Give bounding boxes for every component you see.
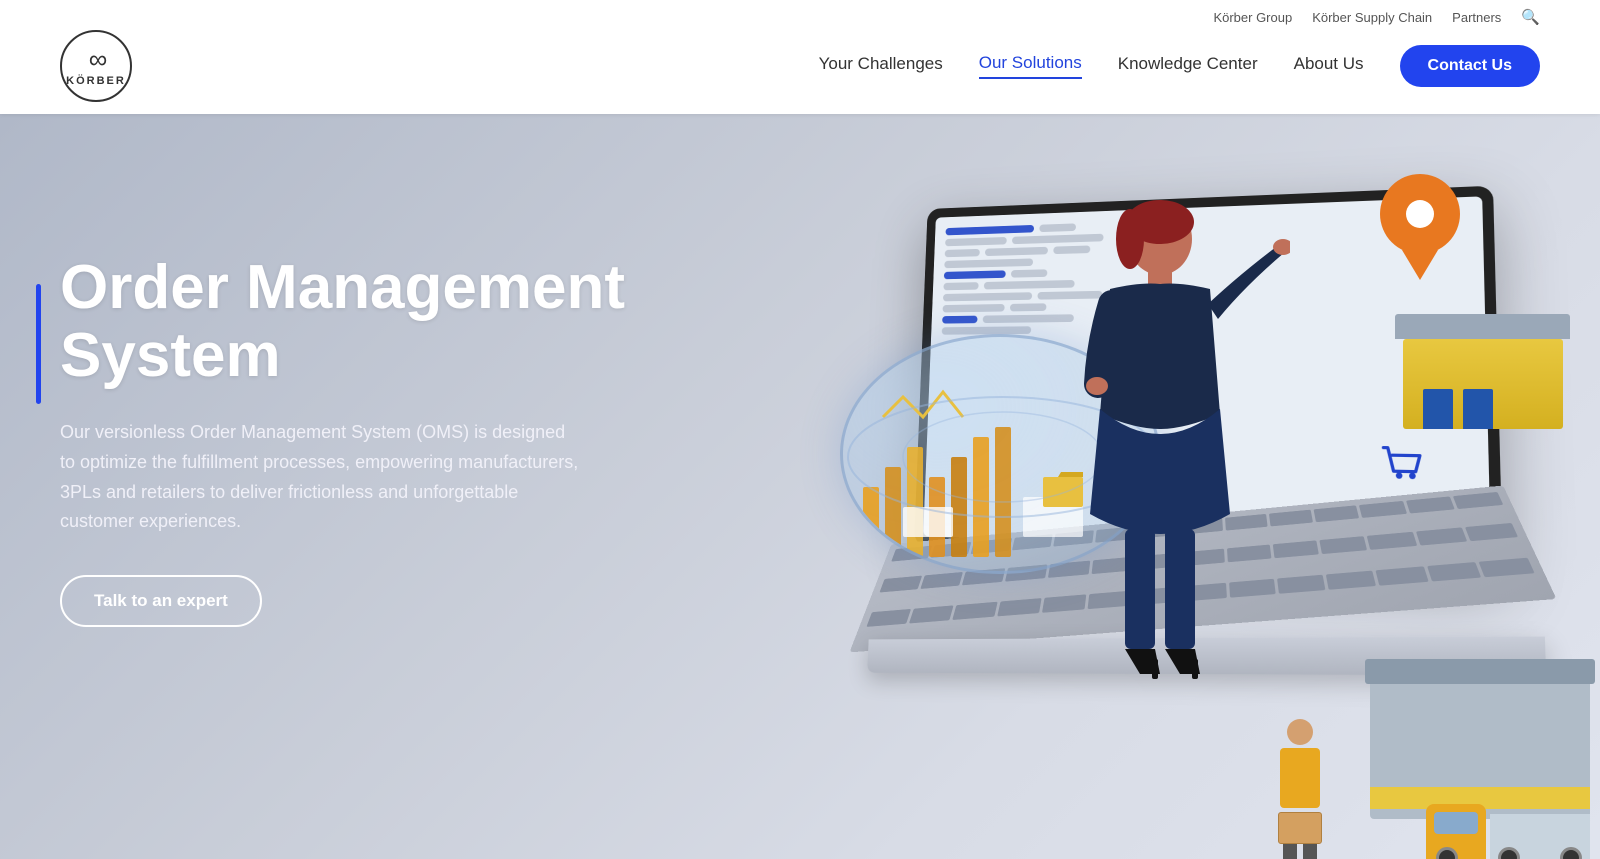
hero-content: Order Management System Our versionless … (60, 254, 640, 627)
person-illustration (1030, 194, 1290, 794)
logo-brand-name: KÖRBER (66, 75, 126, 87)
worker-leg-right (1303, 844, 1317, 859)
worker-body (1280, 748, 1320, 808)
truck-illustration (1426, 804, 1590, 859)
nav-about-us[interactable]: About Us (1294, 54, 1364, 78)
worker-leg-left (1283, 844, 1297, 859)
pin-tip (1402, 250, 1438, 280)
pin-hole (1406, 200, 1434, 228)
korber-supply-chain-link[interactable]: Körber Supply Chain (1312, 10, 1432, 25)
logo-circle: ∞ KÖRBER (60, 30, 132, 102)
building-roof (1365, 659, 1595, 684)
truck-wheel-2 (1498, 847, 1520, 859)
contact-us-button[interactable]: Contact Us (1400, 45, 1540, 87)
logo[interactable]: ∞ KÖRBER (60, 30, 132, 102)
hero-title: Order Management System (60, 254, 640, 390)
header: Körber Group Körber Supply Chain Partner… (0, 0, 1600, 114)
search-icon[interactable]: 🔍 (1521, 8, 1540, 26)
warehouse-door-2 (1463, 389, 1493, 429)
worker-box (1278, 812, 1322, 844)
worker-head (1287, 719, 1313, 745)
main-nav: Your Challenges Our Solutions Knowledge … (819, 45, 1540, 87)
worker-legs (1265, 844, 1335, 859)
partners-link[interactable]: Partners (1452, 10, 1501, 25)
location-pin-icon (1380, 174, 1460, 274)
warehouse-roof (1395, 314, 1570, 339)
talk-to-expert-button[interactable]: Talk to an expert (60, 575, 262, 627)
cart-icon (1366, 426, 1444, 502)
logo-infinity-symbol: ∞ (89, 45, 104, 74)
warehouse-box (1403, 339, 1563, 429)
truck-window (1434, 812, 1478, 834)
warehouse-illustration (1403, 314, 1570, 429)
worker-illustration (1265, 719, 1335, 849)
hero-section: Order Management System Our versionless … (0, 114, 1600, 859)
nav-our-solutions[interactable]: Our Solutions (979, 53, 1082, 79)
nav-knowledge-center[interactable]: Knowledge Center (1118, 54, 1258, 78)
truck-wheel-3 (1560, 847, 1582, 859)
truck-wheel-1 (1436, 847, 1458, 859)
header-top: Körber Group Körber Supply Chain Partner… (0, 0, 1600, 30)
bottom-building (1370, 679, 1590, 819)
korber-group-link[interactable]: Körber Group (1213, 10, 1292, 25)
hero-accent-bar (36, 284, 41, 404)
hero-illustration (640, 114, 1600, 859)
nav-your-challenges[interactable]: Your Challenges (819, 54, 943, 78)
header-main: ∞ KÖRBER Your Challenges Our Solutions K… (0, 30, 1600, 114)
warehouse-door-1 (1423, 389, 1453, 429)
hero-description: Our versionless Order Management System … (60, 418, 580, 537)
